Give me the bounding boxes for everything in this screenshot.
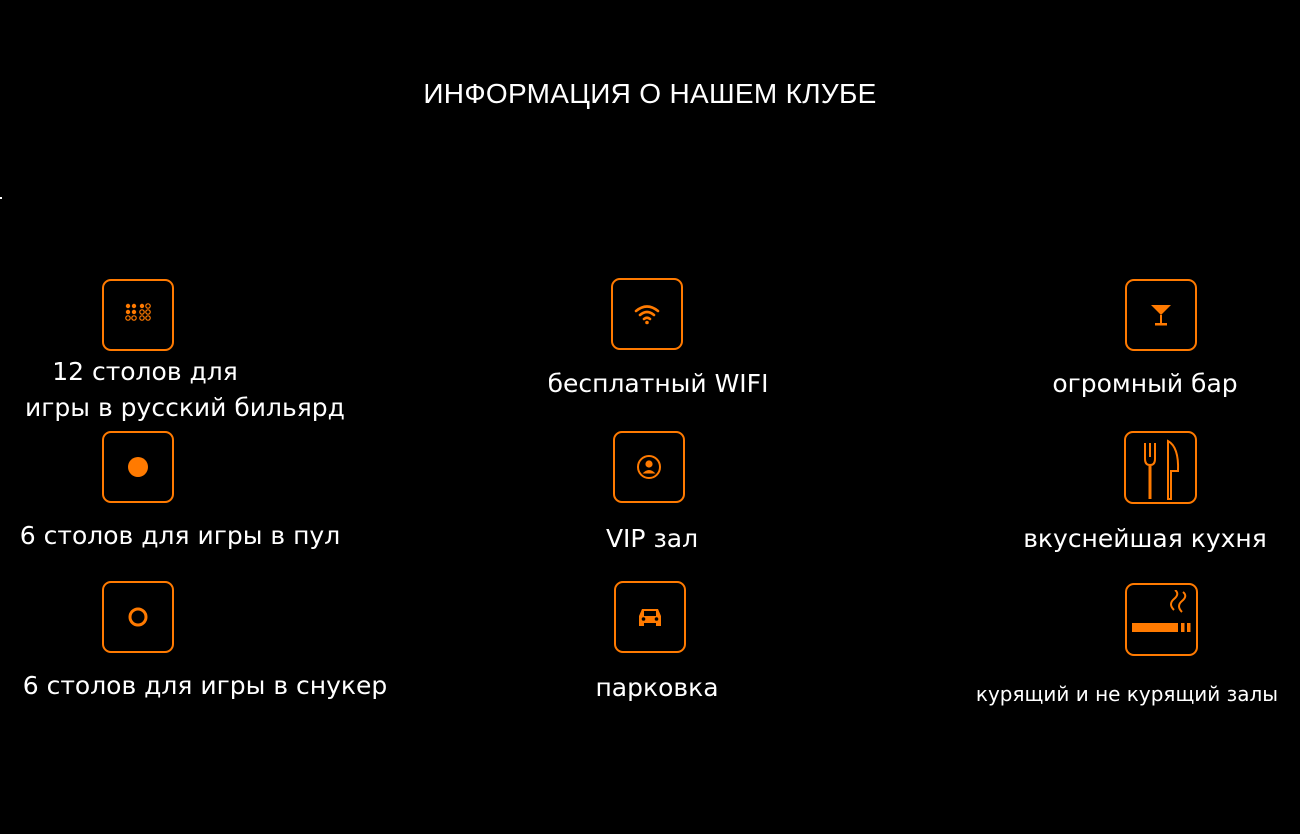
feature-bar-label: огромный бар: [1052, 369, 1238, 398]
billiard-balls-icon: [102, 279, 174, 351]
cocktail-glass-icon: [1125, 279, 1197, 351]
feature-smoking-label: курящий и не курящий залы: [975, 682, 1279, 706]
page-title: ИНФОРМАЦИЯ О НАШЕМ КЛУБЕ: [423, 78, 877, 109]
feature-russian-billiard-line2: игры в русский бильярд: [25, 393, 345, 422]
car-icon: [614, 581, 686, 653]
edge-mark: [0, 197, 2, 199]
feature-kitchen-label: вкуснейшая кухня: [1023, 524, 1267, 553]
fork-knife-icon: [1124, 431, 1197, 504]
feature-pool-label: 6 столов для игры в пул: [19, 521, 341, 550]
feature-parking-label: парковка: [595, 673, 719, 702]
cigarette-icon: [1125, 583, 1198, 656]
solid-ball-icon: [102, 431, 174, 503]
feature-snooker-label: 6 столов для игры в снукер: [22, 671, 388, 700]
ring-ball-icon: [102, 581, 174, 653]
wifi-icon: [611, 278, 683, 350]
feature-wifi-label: бесплатный WIFI: [547, 369, 769, 398]
feature-russian-billiard-line1: 12 столов для: [52, 357, 238, 386]
feature-vip-label: VIP зал: [605, 524, 699, 553]
vip-user-icon: [613, 431, 685, 503]
